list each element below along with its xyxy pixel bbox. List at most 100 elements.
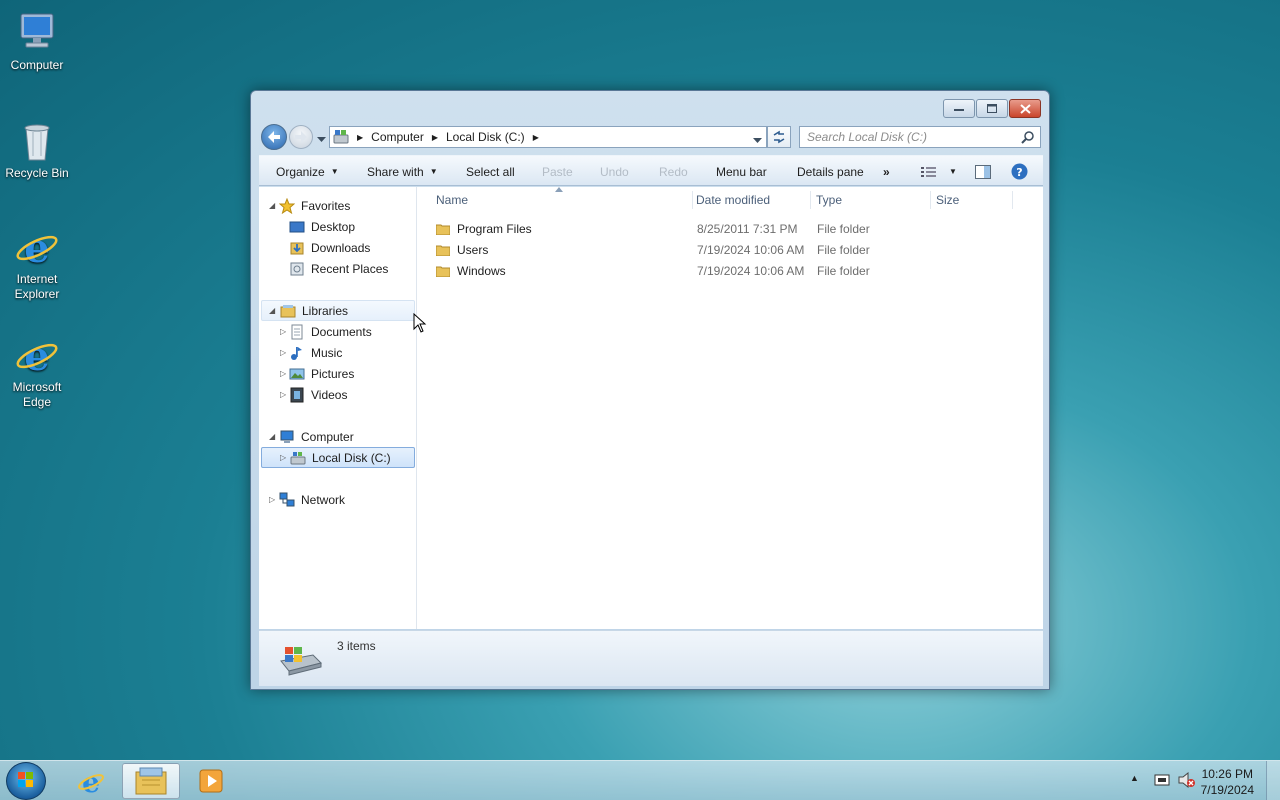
breadcrumb-computer[interactable]: Computer bbox=[371, 130, 424, 144]
column-header-name[interactable]: Name bbox=[418, 187, 693, 212]
change-view-button[interactable]: ▼ bbox=[921, 156, 957, 187]
collapse-arrow-icon[interactable]: ◢ bbox=[269, 306, 275, 315]
taskbar-media-player[interactable] bbox=[182, 763, 240, 799]
chevron-down-icon bbox=[317, 137, 326, 142]
preview-pane-button[interactable] bbox=[975, 156, 991, 187]
breadcrumb-separator[interactable]: ▶ bbox=[533, 133, 539, 142]
details-pane-button[interactable]: Details pane bbox=[797, 156, 864, 187]
tree-item-downloads[interactable]: Downloads bbox=[289, 237, 370, 258]
close-button[interactable] bbox=[1009, 99, 1041, 118]
maximize-button[interactable] bbox=[976, 99, 1008, 118]
navigation-pane[interactable]: ◢ Favorites Desktop Downloads Recent Pla… bbox=[259, 187, 417, 629]
file-type: File folder bbox=[817, 242, 870, 257]
tree-label: Music bbox=[311, 345, 343, 360]
videos-icon bbox=[290, 387, 304, 402]
desktop-icon-computer[interactable]: Computer bbox=[0, 8, 74, 73]
column-label: Date modified bbox=[696, 192, 771, 207]
tree-network[interactable]: Network bbox=[279, 489, 345, 510]
back-button[interactable] bbox=[261, 124, 287, 150]
maximize-icon bbox=[987, 104, 997, 113]
star-icon bbox=[279, 197, 295, 214]
column-divider[interactable] bbox=[1012, 191, 1013, 209]
search-box[interactable]: Search Local Disk (C:) bbox=[799, 126, 1041, 148]
tree-item-pictures[interactable]: Pictures bbox=[289, 363, 354, 384]
taskbar-file-explorer[interactable] bbox=[122, 763, 180, 799]
show-hidden-icons-button[interactable]: ▲ bbox=[1130, 773, 1139, 783]
tree-label: Network bbox=[301, 492, 346, 507]
expand-arrow-icon[interactable]: ▷ bbox=[280, 348, 286, 357]
file-row[interactable]: Windows 7/19/2024 10:06 AM File folder bbox=[418, 260, 1043, 281]
tree-item-recent-places[interactable]: Recent Places bbox=[289, 258, 388, 279]
show-desktop-button[interactable] bbox=[1266, 761, 1280, 800]
desktop-icon-label: Internet Explorer bbox=[14, 272, 60, 301]
tree-computer[interactable]: Computer bbox=[279, 426, 354, 447]
expand-arrow-icon[interactable]: ▷ bbox=[269, 495, 275, 504]
edge-icon: e bbox=[16, 333, 58, 378]
tree-favorites[interactable]: Favorites bbox=[279, 195, 350, 216]
content-area: ◢ Favorites Desktop Downloads Recent Pla… bbox=[259, 187, 1043, 629]
start-button[interactable] bbox=[6, 762, 46, 800]
desktop-icon-recycle-bin[interactable]: Recycle Bin bbox=[0, 116, 74, 181]
collapse-arrow-icon[interactable]: ◢ bbox=[269, 432, 275, 441]
breadcrumb-separator[interactable]: ▶ bbox=[357, 133, 363, 142]
chevron-down-icon: ▼ bbox=[429, 167, 438, 176]
breadcrumb-local-disk[interactable]: Local Disk (C:) bbox=[446, 130, 525, 144]
view-list-icon bbox=[921, 166, 936, 177]
refresh-button[interactable] bbox=[767, 126, 791, 148]
breadcrumb-separator[interactable]: ▶ bbox=[432, 133, 438, 142]
desktop-icon-internet-explorer[interactable]: e Internet Explorer bbox=[0, 222, 74, 302]
column-header-type[interactable]: Type bbox=[798, 187, 918, 212]
file-name-cell: Windows bbox=[436, 260, 506, 281]
organize-menu[interactable]: Organize ▼ bbox=[276, 156, 339, 187]
paste-button[interactable]: Paste bbox=[542, 156, 573, 187]
tree-label: Libraries bbox=[302, 303, 349, 318]
select-all-button[interactable]: Select all bbox=[466, 156, 515, 187]
minimize-icon bbox=[954, 108, 964, 111]
desktop-icon-microsoft-edge[interactable]: e Microsoft Edge bbox=[0, 330, 74, 410]
help-button[interactable]: ? bbox=[1011, 156, 1028, 187]
volume-muted-icon[interactable] bbox=[1178, 772, 1196, 788]
forward-button[interactable] bbox=[289, 125, 313, 149]
more-commands-button[interactable]: » bbox=[883, 156, 890, 187]
redo-button[interactable]: Redo bbox=[659, 156, 688, 187]
address-history-dropdown[interactable] bbox=[753, 133, 762, 147]
collapse-arrow-icon[interactable]: ◢ bbox=[269, 201, 275, 210]
tree-item-music[interactable]: Music bbox=[289, 342, 342, 363]
undo-button[interactable]: Undo bbox=[600, 156, 629, 187]
action-center-icon[interactable] bbox=[1154, 772, 1170, 788]
recent-pages-dropdown[interactable] bbox=[317, 132, 326, 146]
minimize-button[interactable] bbox=[943, 99, 975, 118]
system-tray: ▲ 10:26 PM 7/19/2024 bbox=[1120, 761, 1280, 800]
tree-item-documents[interactable]: Documents bbox=[289, 321, 372, 342]
column-header-size[interactable]: Size bbox=[918, 187, 1008, 212]
taskbar-internet-explorer[interactable]: e bbox=[62, 763, 120, 799]
menu-bar-button[interactable]: Menu bar bbox=[716, 156, 767, 187]
expand-arrow-icon[interactable]: ▷ bbox=[280, 369, 286, 378]
computer-icon bbox=[20, 13, 54, 48]
tree-libraries[interactable]: Libraries bbox=[261, 300, 415, 321]
clock-time: 10:26 PM bbox=[1201, 767, 1253, 781]
expand-arrow-icon[interactable]: ▷ bbox=[280, 390, 286, 399]
expand-arrow-icon[interactable]: ▷ bbox=[280, 453, 286, 462]
share-with-menu[interactable]: Share with ▼ bbox=[367, 156, 438, 187]
tree-label: Videos bbox=[311, 387, 348, 402]
redo-label: Redo bbox=[659, 164, 688, 179]
select-all-label: Select all bbox=[466, 164, 515, 179]
file-row[interactable]: Program Files 8/25/2011 7:31 PM File fol… bbox=[418, 218, 1043, 239]
tree-item-videos[interactable]: Videos bbox=[289, 384, 347, 405]
tree-label: Local Disk (C:) bbox=[312, 450, 391, 465]
desktop-icon-label: Microsoft Edge bbox=[12, 380, 62, 409]
svg-text:e: e bbox=[24, 225, 49, 270]
tree-item-desktop[interactable]: Desktop bbox=[289, 216, 355, 237]
expand-arrow-icon[interactable]: ▷ bbox=[280, 327, 286, 336]
file-name: Program Files bbox=[457, 221, 532, 236]
column-header-date-modified[interactable]: Date modified bbox=[678, 187, 798, 212]
file-row[interactable]: Users 7/19/2024 10:06 AM File folder bbox=[418, 239, 1043, 260]
mouse-cursor-icon bbox=[413, 313, 427, 333]
tree-label: Computer bbox=[301, 429, 354, 444]
desktop-folder-icon bbox=[289, 221, 305, 232]
clock[interactable]: 10:26 PM 7/19/2024 bbox=[1201, 766, 1254, 798]
documents-icon bbox=[291, 324, 303, 339]
file-list[interactable]: Name Date modified Type Size Program Fil… bbox=[418, 187, 1043, 629]
address-bar[interactable]: ▶ Computer ▶ Local Disk (C:) ▶ bbox=[329, 126, 767, 148]
